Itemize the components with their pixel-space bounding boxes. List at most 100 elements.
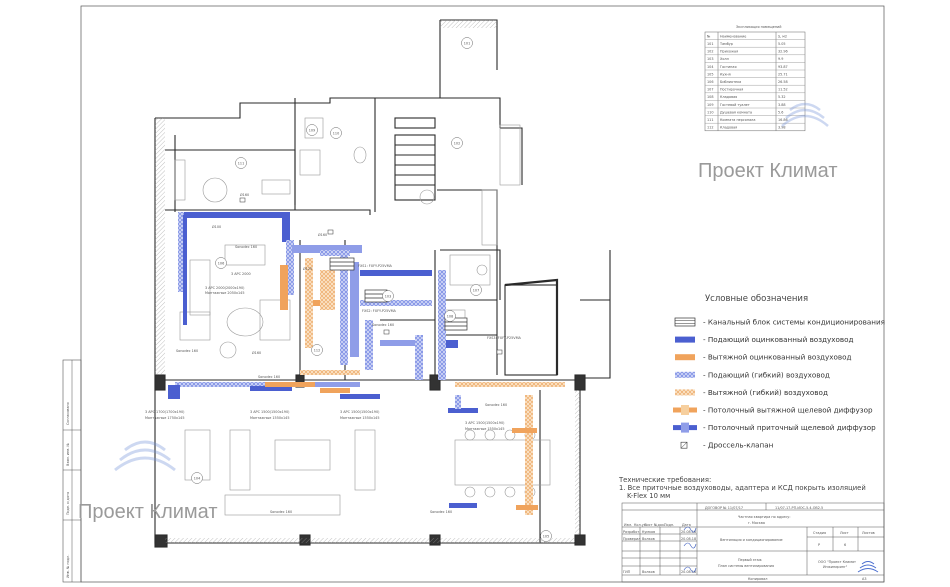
tb-section: Вентиляция и кондиционирование (720, 538, 783, 542)
tb-col-header: Изм. (624, 523, 632, 527)
label-unit3: FXS3: FXFY-P25VMA (487, 336, 522, 340)
hvac-floor-plan-sheet: Согласовано Инв. № подл. Подп. и дата Вз… (62, 5, 885, 583)
tb-company-2: Инжиниринг" (823, 565, 848, 569)
room-schedule-cell: 103 (707, 57, 713, 61)
label-ac2: 3 APC 1500(1500x190) (250, 410, 290, 414)
room-schedule-cell: Библиотека (720, 80, 741, 84)
tb-sheets-header: Листов (862, 531, 875, 535)
tb-object-2: г. Москва (748, 521, 765, 525)
label-d160-3: Ø160 (252, 350, 261, 355)
stamp-label-sign: Подп. и дата (66, 492, 70, 515)
legend-symbol-supply-flex-icon (675, 371, 695, 378)
legend-symbol-exhaust-galv-icon (675, 354, 695, 361)
room-schedule-cell: Холл (720, 57, 729, 61)
label-d160-2: Ø160 (318, 232, 327, 237)
label-sonodec-6: Sonodec 160 (430, 510, 452, 514)
legend: Условные обозначения - Канальный блок си… (673, 294, 885, 450)
label-ac4-mount: Монтажные 1550x145 (465, 427, 505, 431)
room-schedule-cell: 5.6 (778, 110, 783, 114)
label-d160-1: Ø160 (240, 192, 249, 197)
tb-sheet-name-1: Первый этаж (738, 558, 762, 562)
tb-name: Волков (642, 570, 655, 574)
room-schedule-cell: Гостиная (720, 65, 737, 69)
tech-requirements-line1: 1. Все приточные воздуховоды, адаптера и… (619, 484, 866, 492)
tb-stage-header: Стадия (813, 531, 826, 535)
label-ac1-note: 3 APC 2000(2000x190) (205, 286, 245, 290)
room-number: 106 (218, 261, 224, 265)
tech-requirements-line2: K-Flex 10 мм (627, 492, 670, 500)
room-schedule-cell: 106 (707, 80, 713, 84)
tb-col-header: Дата (682, 523, 691, 527)
room-number: 112 (314, 348, 320, 352)
room-schedule-cell: 3.98 (778, 126, 786, 130)
watermark-bottom: Проект Климат (78, 501, 218, 523)
room-schedule-cell: 26.58 (778, 80, 788, 84)
tb-contract: ДОГОВОР № 11/07/17 (705, 506, 743, 510)
legend-symbol-damper-icon (680, 441, 688, 449)
room-schedule-title: Экспликация помещений (736, 25, 781, 29)
room-schedule-cell: 110 (707, 110, 713, 114)
label-ac1-mount: Монтажные 2050x145 (205, 291, 245, 295)
room-schedule-cell: 5.05 (778, 42, 786, 46)
label-sonodec-3: Sonodec 160 (258, 375, 280, 379)
tb-role: Проверил (623, 537, 640, 541)
room-schedule-header: Наименование (720, 34, 746, 38)
room-schedule-cell: Кладовая (720, 126, 737, 130)
tb-copied: Копировал (748, 577, 767, 581)
tech-requirements: Технические требования: 1. Все приточные… (618, 476, 866, 500)
room-schedule-cell: 111 (707, 118, 713, 122)
label-ac5: 3 APC 1700(1700x190) (145, 410, 185, 414)
tech-requirements-title: Технические требования: (618, 476, 711, 484)
room-schedule-cell: 5.32 (778, 95, 786, 99)
left-stamp: Согласовано Инв. № подл. Подп. и дата Вз… (62, 359, 82, 583)
label-unit2: FXS2: FXFY-P25VMA (362, 309, 397, 313)
room-schedule-cell: 32.96 (778, 50, 788, 54)
stamp-label-agreed: Согласовано (66, 402, 70, 425)
legend-title: Условные обозначения (705, 294, 808, 304)
legend-label: - Потолочный вытяжной щелевой диффузор (703, 406, 873, 415)
tb-code: 11/07-17-РП-ИОС-5.4-ОВ2.5 (775, 506, 823, 510)
label-ac3: 3 APC 1500(1500x190) (340, 410, 380, 414)
legend-label: - Вытяжной оцинкованный воздуховод (703, 353, 852, 362)
legend-label: - Канальный блок системы кондиционирован… (703, 318, 885, 327)
room-schedule-cell: 107 (707, 88, 713, 92)
legend-symbol-exhaust-diffuser-icon (673, 405, 697, 415)
legend-label: - Дроссель-клапан (703, 441, 774, 450)
room-number: 107 (473, 288, 479, 292)
room-number: 110 (333, 131, 339, 135)
room-number: 101 (464, 41, 470, 45)
room-schedule-cell: Комната персонала (720, 118, 755, 122)
room-schedule-cell: Тамбур (719, 42, 733, 46)
tb-object-1: Частная квартира по адресу: (738, 515, 790, 519)
supply-ducts (168, 212, 478, 508)
room-schedule-cell: 101 (707, 42, 713, 46)
tb-role: ГИП (623, 570, 631, 574)
label-unit1: FXS1: FXFY-P25VMA (358, 264, 393, 268)
label-d100: Ø100 (212, 224, 221, 229)
room-schedule-header: S, м2 (778, 34, 787, 38)
room-number: 102 (454, 141, 460, 145)
tb-format: А3 (862, 577, 866, 581)
label-sonodec-5: Sonodec 160 (485, 403, 507, 407)
room-schedule-cell: 102 (707, 50, 713, 54)
label-sonodec-2: Sonodec 160 (176, 349, 198, 353)
label-sonodec-7: Sonodec 160 (270, 510, 292, 514)
room-schedule-cell: 9.9 (778, 57, 783, 61)
tb-name: Кумков (642, 530, 655, 534)
tb-role: Разработ. (623, 530, 640, 534)
tb-col-header: Лист (644, 523, 653, 527)
watermark-logo-left (114, 440, 176, 472)
room-schedule-cell: Прихожая (720, 50, 738, 54)
legend-symbol-supply-galv-icon (675, 336, 695, 343)
legend-symbol-exhaust-flex-icon (675, 389, 695, 396)
label-ac2-mount: Монтажные 1550x145 (250, 416, 290, 420)
room-schedule-cell: 104 (707, 65, 713, 69)
room-schedule-cell: Постирочная (720, 88, 743, 92)
room-number: 109 (309, 128, 315, 132)
tb-sheet-header: Лист (840, 531, 849, 535)
room-schedule-cell: Кладовая (720, 95, 737, 99)
room-schedule-cell: 105 (707, 72, 713, 76)
room-number: 105 (543, 534, 549, 538)
room-schedule-header: № (707, 34, 711, 38)
legend-symbol-ac-duct-unit-icon (674, 317, 696, 327)
